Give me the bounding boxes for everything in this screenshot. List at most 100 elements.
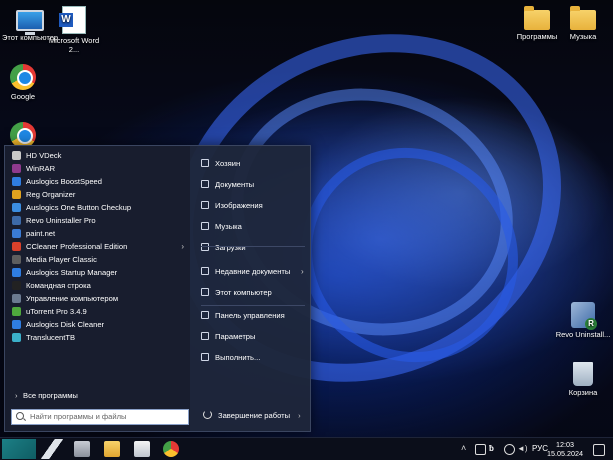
app-list-item[interactable]: Командная строка: [7, 279, 188, 292]
app-list-item[interactable]: Revo Uninstaller Pro: [7, 214, 188, 227]
place-label: Параметры: [215, 332, 256, 341]
app-label: Auslogics BoostSpeed: [26, 177, 102, 186]
control-panel-icon: [201, 311, 209, 319]
app-icon: [12, 281, 21, 290]
app-list-item[interactable]: Auslogics One Button Checkup: [7, 201, 188, 214]
app-list-item[interactable]: Управление компьютером: [7, 292, 188, 305]
app-label: Auslogics One Button Checkup: [26, 203, 132, 212]
task-view-icon[interactable]: [74, 441, 90, 457]
app-label: Revo Uninstaller Pro: [26, 216, 96, 225]
start-menu-program-list: HD VDeck WinRAR Auslogics BoostSpeed Reg Or…: [5, 146, 190, 431]
store-icon[interactable]: [134, 441, 150, 457]
place-label: Изображения: [215, 201, 263, 210]
app-label: Управление компьютером: [26, 294, 119, 303]
place-item[interactable]: Параметры: [201, 330, 255, 344]
place-label: Документы: [215, 180, 255, 189]
app-label: Reg Organizer: [26, 190, 76, 199]
app-icon: [12, 164, 21, 173]
app-icon: [12, 216, 21, 225]
app-icon: [12, 294, 21, 303]
word-icon: [59, 6, 86, 34]
app-list-item[interactable]: uTorrent Pro 3.4.9: [7, 305, 188, 318]
app-list-item[interactable]: Auslogics Disk Cleaner: [7, 318, 188, 331]
search-input[interactable]: [30, 411, 180, 422]
app-icon: [12, 203, 21, 212]
app-icon: [12, 177, 21, 186]
tray-b-icon[interactable]: ƀ: [489, 444, 494, 453]
app-list-item[interactable]: Media Player Classic: [7, 253, 188, 266]
place-item[interactable]: Хозяин: [201, 157, 240, 171]
app-icon: [12, 151, 21, 160]
chevron-up-icon[interactable]: ˄: [461, 443, 466, 453]
folder-icon: [524, 6, 550, 30]
app-icon: [12, 190, 21, 199]
place-label: Выполнить...: [215, 353, 261, 362]
app-label: CCleaner Professional Edition: [26, 242, 128, 251]
settings-icon: [201, 332, 209, 340]
place-item[interactable]: Документы: [201, 178, 254, 192]
start-menu-places: Хозяин Документы Изображения Музыка Загрузки…: [195, 146, 309, 431]
app-list: HD VDeck WinRAR Auslogics BoostSpeed Reg Or…: [7, 149, 188, 344]
monitor-icon: [16, 10, 44, 35]
place-item[interactable]: Панель управления: [201, 309, 285, 323]
place-label: Загрузки: [215, 243, 246, 252]
notifications-icon[interactable]: [593, 444, 605, 456]
all-programs-button[interactable]: › Все программы: [15, 391, 78, 400]
place-label: Недавние документы: [215, 267, 291, 276]
separator: [201, 305, 305, 306]
volume-icon[interactable]: ◄): [517, 444, 528, 453]
place-item[interactable]: Изображения: [201, 199, 263, 213]
app-icon: [12, 229, 21, 238]
app-list-item[interactable]: TranslucentTB: [7, 331, 188, 344]
chevron-right-icon[interactable]: ›: [298, 411, 301, 420]
shutdown-button[interactable]: Завершение работы ›: [203, 410, 301, 420]
tray-clock-icon[interactable]: [504, 444, 515, 455]
place-item[interactable]: Недавние документы ›: [201, 265, 304, 279]
app-label: Media Player Classic: [26, 255, 97, 264]
search-box[interactable]: [11, 409, 189, 425]
app-list-item[interactable]: Reg Organizer: [7, 188, 188, 201]
run-icon: [201, 353, 209, 361]
desktop-icon-google[interactable]: Google: [0, 64, 53, 101]
app-label: Auslogics Disk Cleaner: [26, 320, 105, 329]
app-list-item[interactable]: HD VDeck: [7, 149, 188, 162]
language-indicator[interactable]: РУС: [532, 444, 548, 453]
app-label: Auslogics Startup Manager: [26, 268, 118, 277]
power-icon: [203, 410, 212, 419]
place-label: Музыка: [215, 222, 242, 231]
place-item[interactable]: Этот компьютер: [201, 286, 272, 300]
chrome-icon[interactable]: [163, 441, 179, 457]
place-item[interactable]: Загрузки: [201, 241, 246, 255]
app-list-item[interactable]: Auslogics Startup Manager: [7, 266, 188, 279]
chrome-icon: [10, 64, 36, 90]
chevron-right-icon[interactable]: ›: [181, 240, 184, 253]
clock-time: 12:03: [556, 440, 574, 449]
app-list-item[interactable]: Auslogics BoostSpeed: [7, 175, 188, 188]
app-list-item[interactable]: WinRAR: [7, 162, 188, 175]
app-icon: [12, 333, 21, 342]
desktop-icon-music[interactable]: Музыка: [553, 6, 613, 41]
user-icon: [201, 159, 209, 167]
chevron-right-icon[interactable]: ›: [301, 265, 304, 279]
app-icon: [12, 320, 21, 329]
folder-icon: [570, 6, 596, 30]
app-list-item[interactable]: paint.net: [7, 227, 188, 240]
revo-uninstaller-icon: [571, 302, 597, 330]
place-item[interactable]: Музыка: [201, 220, 242, 234]
start-button[interactable]: [2, 439, 66, 459]
music-icon: [201, 222, 209, 230]
file-explorer-icon[interactable]: [104, 441, 120, 457]
desktop-icon-recycle-bin[interactable]: Корзина: [553, 362, 613, 397]
tray-app-icon[interactable]: [475, 444, 486, 455]
desktop-icon-word[interactable]: Microsoft Word 2...: [44, 6, 104, 54]
chevron-right-icon: ›: [15, 391, 18, 400]
place-item[interactable]: Выполнить...: [201, 351, 260, 365]
app-list-item[interactable]: CCleaner Professional Edition ›: [7, 240, 188, 253]
app-icon: [12, 255, 21, 264]
downloads-icon: [201, 243, 209, 251]
place-label: Хозяин: [215, 159, 241, 168]
desktop-icon-revo[interactable]: Revo Uninstall...: [553, 302, 613, 339]
app-label: WinRAR: [26, 164, 56, 173]
taskbar: ˄ ƀ ◄) РУС 12:03 15.05.2024: [0, 437, 613, 460]
clock[interactable]: 12:03 15.05.2024: [547, 440, 583, 458]
